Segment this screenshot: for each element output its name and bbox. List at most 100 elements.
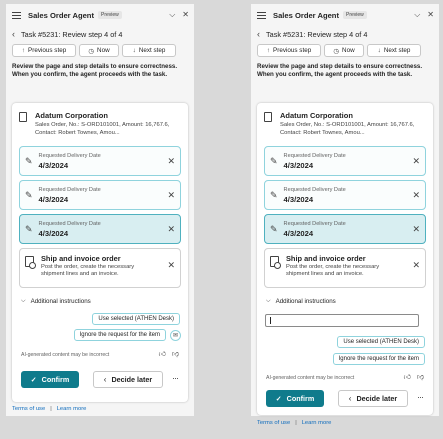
requested-delivery-date-field[interactable]: ✎ Requested Delivery Date 4/3/2024 ✕ bbox=[264, 180, 426, 210]
divider: | bbox=[295, 420, 297, 426]
now-button[interactable]: ◷ Now bbox=[324, 44, 364, 57]
chevron-left-icon: ‹ bbox=[348, 394, 352, 403]
pencil-icon: ✎ bbox=[25, 223, 33, 234]
requested-delivery-date-field[interactable]: ✎ Requested Delivery Date 4/3/2024 ✕ bbox=[19, 180, 181, 210]
field-value: 4/3/2024 bbox=[283, 160, 314, 170]
task-header: ‹ Task #5231: Review step 4 of 4 bbox=[6, 26, 194, 42]
confirm-button[interactable]: ✓ Confirm bbox=[266, 390, 324, 407]
hamburger-icon[interactable] bbox=[257, 11, 266, 19]
previous-step-button[interactable]: ↑ Previous step bbox=[12, 44, 76, 57]
terms-of-use-link[interactable]: Terms of use bbox=[12, 406, 45, 412]
divider: | bbox=[50, 406, 52, 412]
use-selected-suggestion[interactable]: Use selected (ATHEN Desk) bbox=[337, 336, 425, 348]
chat-icon[interactable]: ✉ bbox=[170, 330, 181, 341]
back-icon[interactable]: ‹ bbox=[12, 29, 15, 39]
ship-description: Post the order, create the necessary shi… bbox=[41, 264, 135, 278]
feedback: 👍︎ 👎︎ bbox=[404, 372, 424, 381]
task-title: Task #5231: Review step 4 of 4 bbox=[21, 29, 123, 39]
document-icon bbox=[264, 112, 272, 122]
ai-disclaimer: AI-generated content may be incorrect bbox=[266, 375, 355, 381]
next-step-button[interactable]: ↓ Next step bbox=[122, 44, 176, 57]
document-icon bbox=[19, 112, 27, 122]
arrow-down-icon: ↓ bbox=[377, 47, 381, 54]
close-icon[interactable]: ✕ bbox=[167, 190, 175, 201]
requested-delivery-date-field[interactable]: ✎ Requested Delivery Date 4/3/2024 ✕ bbox=[264, 214, 426, 244]
close-icon[interactable]: ✕ bbox=[167, 260, 175, 287]
ship-title: Ship and invoice order bbox=[41, 254, 121, 263]
chevron-left-icon: ‹ bbox=[103, 375, 107, 384]
learn-more-link[interactable]: Learn more bbox=[57, 406, 87, 412]
step-card: Adatum Corporation Sales Order, No.: S-O… bbox=[12, 103, 188, 402]
ship-invoice-step[interactable]: Ship and invoice order Post the order, c… bbox=[19, 248, 181, 288]
field-value: 4/3/2024 bbox=[283, 194, 314, 204]
pencil-icon: ✎ bbox=[25, 155, 33, 166]
field-label: Requested Delivery Date bbox=[38, 220, 101, 227]
close-icon[interactable]: ✕ bbox=[427, 11, 434, 19]
thumbs-down-icon[interactable]: 👎︎ bbox=[172, 349, 179, 358]
decide-later-button[interactable]: ‹ Decide later bbox=[338, 390, 408, 407]
close-icon[interactable]: ✕ bbox=[182, 11, 189, 19]
chevron-down-icon[interactable]: ⌵ bbox=[169, 11, 175, 19]
next-step-button[interactable]: ↓ Next step bbox=[367, 44, 421, 57]
clock-icon: ◷ bbox=[333, 47, 340, 55]
chevron-down-icon: ⌵ bbox=[21, 298, 26, 304]
step-card: Adatum Corporation Sales Order, No.: S-O… bbox=[257, 103, 433, 415]
field-value: 4/3/2024 bbox=[38, 228, 69, 238]
confirm-button[interactable]: ✓ Confirm bbox=[21, 371, 79, 388]
preview-badge: Preview bbox=[342, 11, 367, 19]
entity-name: Adatum Corporation bbox=[280, 111, 353, 120]
requested-delivery-date-field[interactable]: ✎ Requested Delivery Date 4/3/2024 ✕ bbox=[19, 146, 181, 176]
hamburger-icon[interactable] bbox=[12, 11, 21, 19]
more-options-icon[interactable]: ··· bbox=[172, 373, 179, 383]
chevron-down-icon[interactable]: ⌵ bbox=[414, 11, 420, 19]
pencil-icon: ✎ bbox=[25, 189, 33, 200]
learn-more-link[interactable]: Learn more bbox=[302, 420, 332, 426]
panel-titlebar: Sales Order Agent Preview ⌵ ✕ bbox=[6, 4, 194, 26]
additional-instructions-toggle[interactable]: ⌵ Additional instructions bbox=[266, 298, 336, 305]
close-icon[interactable]: ✕ bbox=[412, 190, 420, 201]
ship-invoice-step[interactable]: Ship and invoice order Post the order, c… bbox=[264, 248, 426, 288]
entity-description: Sales Order, No.: S-ORD101001, Amount: 1… bbox=[280, 122, 415, 136]
task-header: ‹ Task #5231: Review step 4 of 4 bbox=[251, 26, 439, 42]
thumbs-up-icon[interactable]: 👍︎ bbox=[159, 349, 166, 358]
close-icon[interactable]: ✕ bbox=[167, 224, 175, 235]
field-value: 4/3/2024 bbox=[283, 228, 314, 238]
ship-description: Post the order, create the necessary shi… bbox=[286, 264, 380, 278]
additional-instructions-toggle[interactable]: ⌵ Additional instructions bbox=[21, 298, 91, 305]
field-value: 4/3/2024 bbox=[38, 194, 69, 204]
clock-icon: ◷ bbox=[88, 47, 95, 55]
close-icon[interactable]: ✕ bbox=[167, 156, 175, 167]
agent-panel-left: Sales Order Agent Preview ⌵ ✕ ‹ Task #52… bbox=[6, 4, 194, 416]
panel-titlebar: Sales Order Agent Preview ⌵ ✕ bbox=[251, 4, 439, 26]
instructions-input[interactable] bbox=[265, 314, 419, 327]
thumbs-up-icon[interactable]: 👍︎ bbox=[404, 372, 411, 381]
text-caret bbox=[270, 317, 271, 324]
field-label: Requested Delivery Date bbox=[38, 152, 101, 159]
task-title: Task #5231: Review step 4 of 4 bbox=[266, 29, 368, 39]
review-instructions: Review the page and step details to ensu… bbox=[257, 63, 423, 79]
pencil-icon: ✎ bbox=[270, 189, 278, 200]
review-instructions: Review the page and step details to ensu… bbox=[12, 63, 178, 79]
use-selected-suggestion[interactable]: Use selected (ATHEN Desk) bbox=[92, 313, 180, 325]
close-icon[interactable]: ✕ bbox=[412, 224, 420, 235]
checkmark-icon: ✓ bbox=[275, 395, 282, 403]
requested-delivery-date-field[interactable]: ✎ Requested Delivery Date 4/3/2024 ✕ bbox=[264, 146, 426, 176]
close-icon[interactable]: ✕ bbox=[412, 260, 420, 287]
footer-links: Terms of use | Learn more bbox=[12, 406, 86, 412]
ai-disclaimer: AI-generated content may be incorrect bbox=[21, 352, 110, 358]
decide-later-button[interactable]: ‹ Decide later bbox=[93, 371, 163, 388]
ignore-request-suggestion[interactable]: Ignore the request for the item bbox=[73, 329, 166, 341]
app-title: Sales Order Agent bbox=[273, 10, 339, 20]
requested-delivery-date-field[interactable]: ✎ Requested Delivery Date 4/3/2024 ✕ bbox=[19, 214, 181, 244]
back-icon[interactable]: ‹ bbox=[257, 29, 260, 39]
thumbs-down-icon[interactable]: 👎︎ bbox=[417, 372, 424, 381]
close-icon[interactable]: ✕ bbox=[412, 156, 420, 167]
previous-step-button[interactable]: ↑ Previous step bbox=[257, 44, 321, 57]
entity-name: Adatum Corporation bbox=[35, 111, 108, 120]
terms-of-use-link[interactable]: Terms of use bbox=[257, 420, 290, 426]
entity-description: Sales Order, No.: S-ORD101001, Amount: 1… bbox=[35, 122, 170, 136]
agent-panel-right: Sales Order Agent Preview ⌵ ✕ ‹ Task #52… bbox=[251, 4, 439, 426]
ignore-request-suggestion[interactable]: Ignore the request for the item bbox=[332, 353, 425, 365]
more-options-icon[interactable]: ··· bbox=[417, 392, 424, 402]
now-button[interactable]: ◷ Now bbox=[79, 44, 119, 57]
